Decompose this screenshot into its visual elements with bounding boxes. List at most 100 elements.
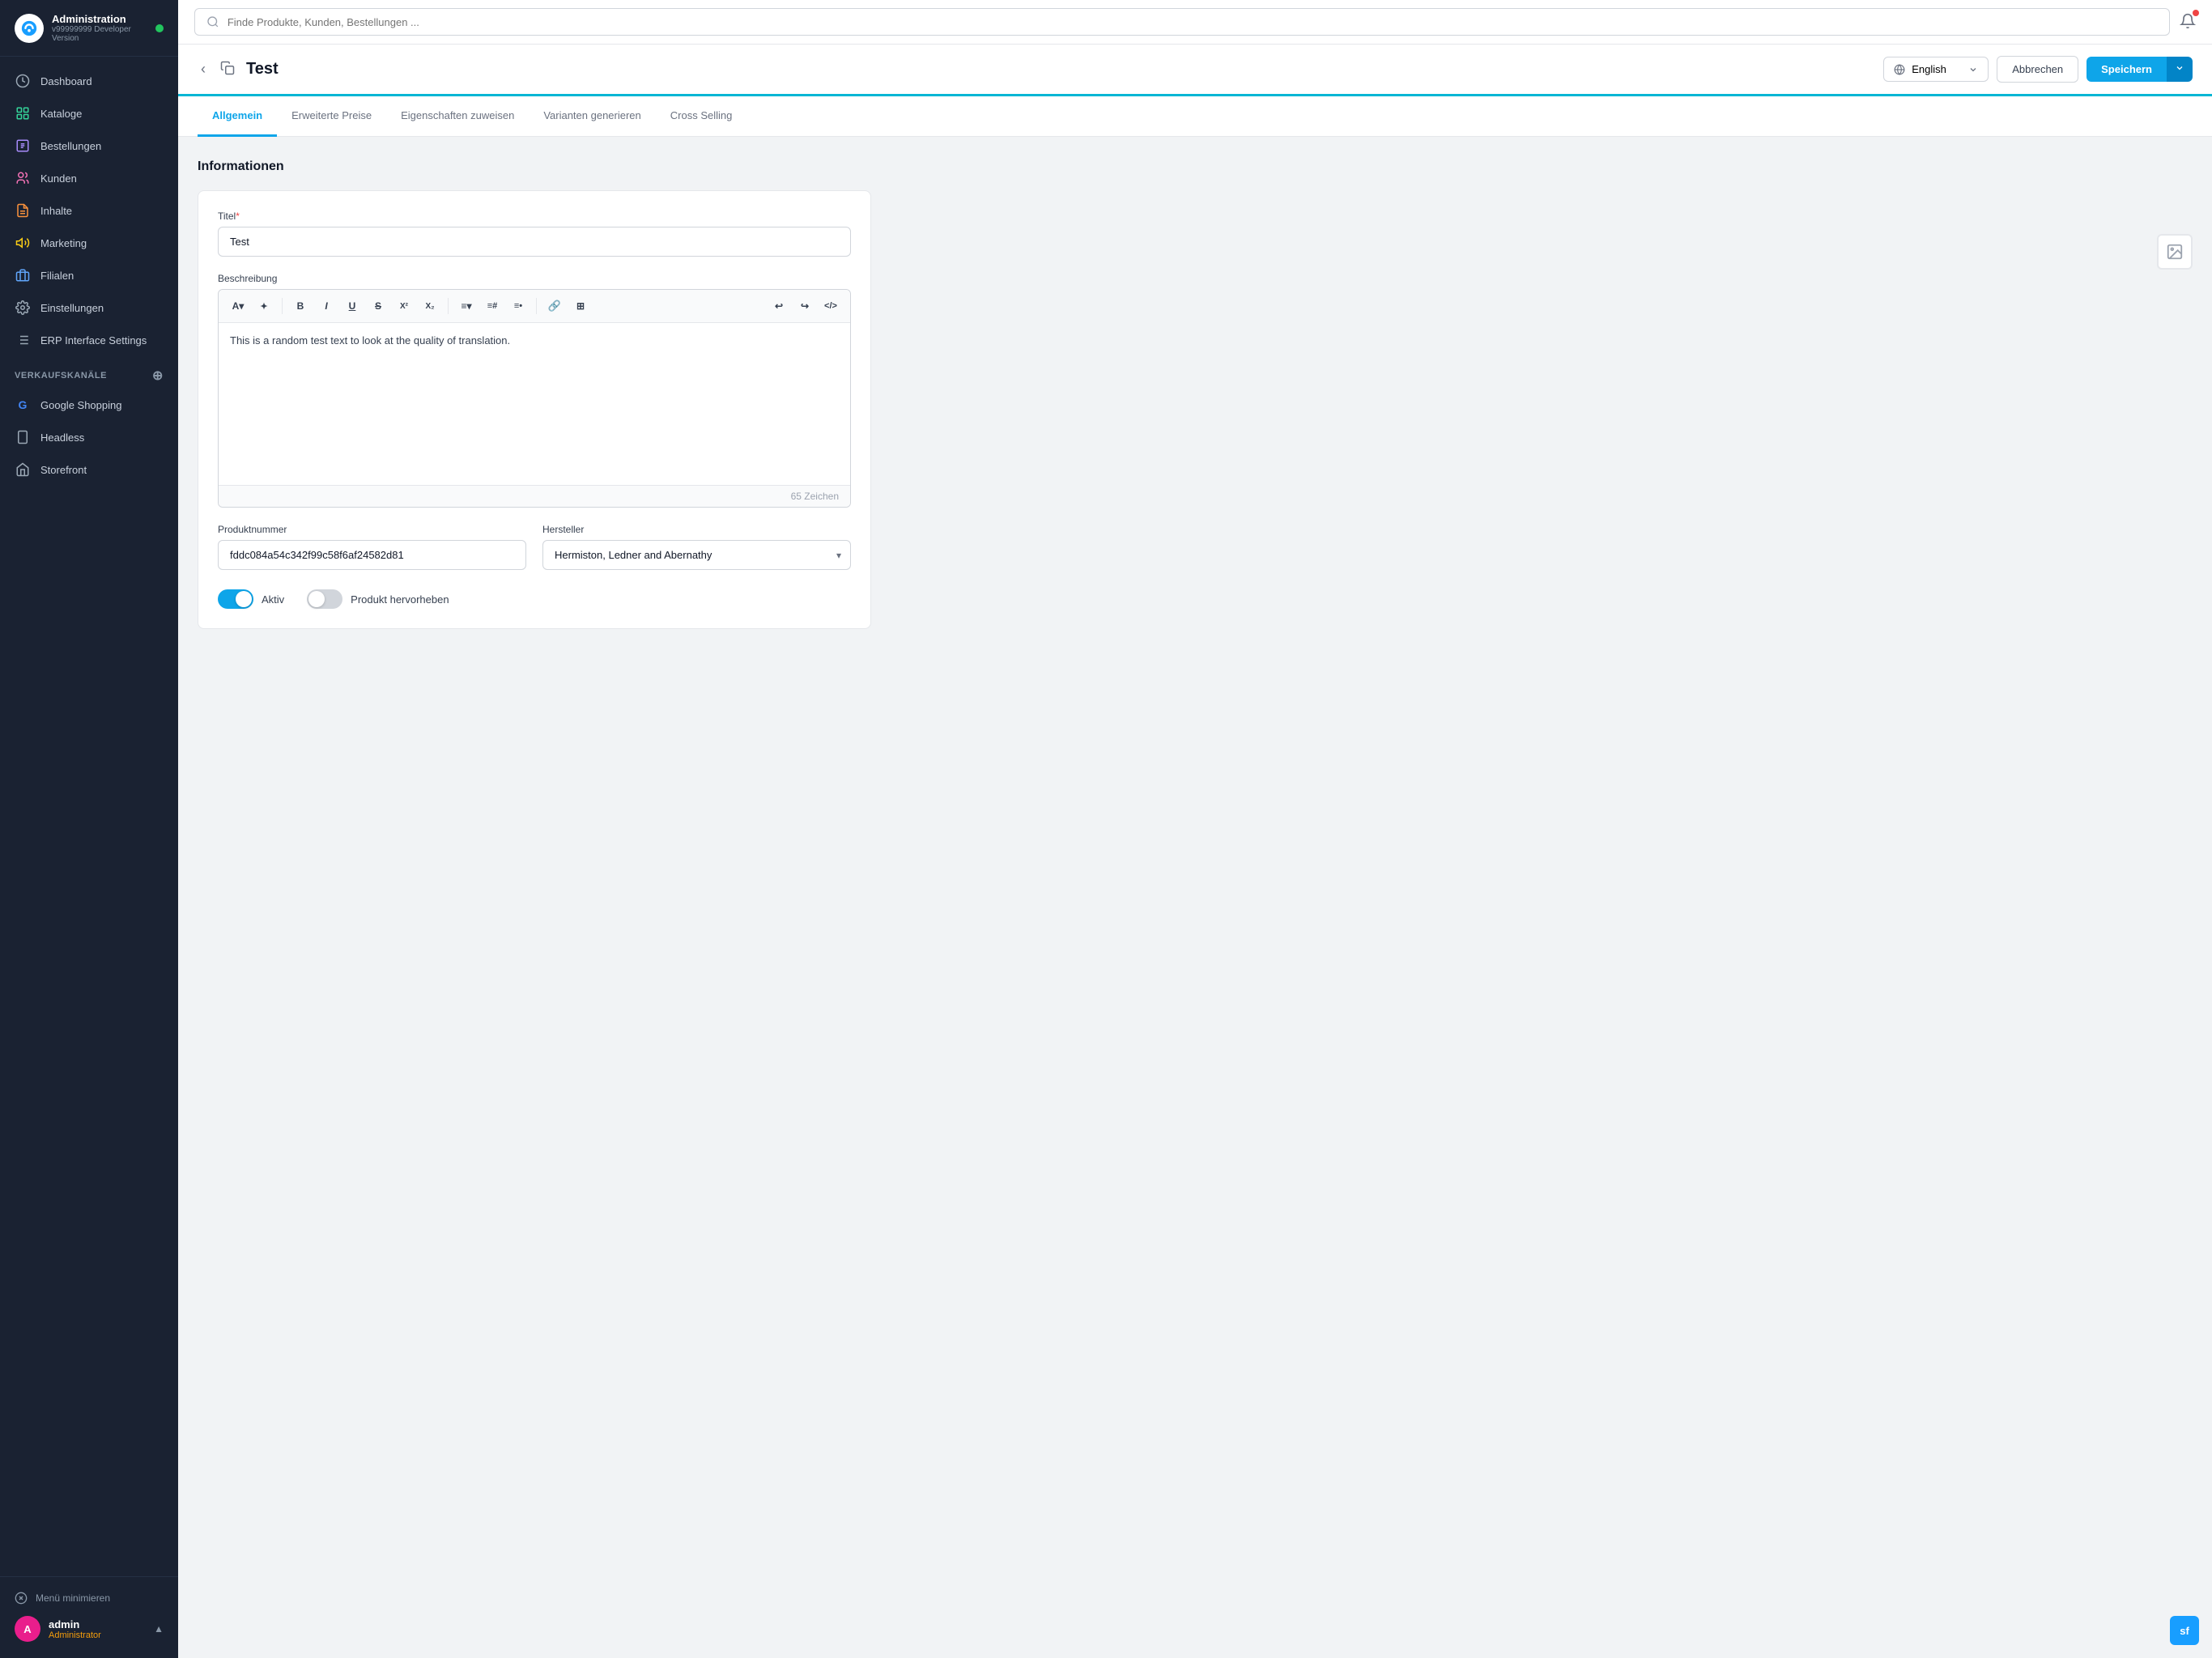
back-button[interactable]: ‹ (198, 61, 209, 78)
sidebar-item-bestellungen[interactable]: Bestellungen (0, 130, 178, 162)
hervorheben-toggle-thumb (308, 591, 325, 607)
editor-toolbar: A▾ ✦ B I U S X² X₂ ≡▾ (219, 290, 850, 323)
toolbar-redo-btn[interactable]: ↪ (793, 295, 816, 317)
sidebar-item-filialen[interactable]: Filialen (0, 259, 178, 291)
search-box[interactable] (194, 8, 2170, 36)
toolbar-strikethrough-btn[interactable]: S (367, 295, 389, 317)
notification-bell[interactable] (2180, 13, 2196, 32)
user-role: Administrator (49, 1630, 146, 1640)
tab-eigenschaften[interactable]: Eigenschaften zuweisen (386, 96, 529, 137)
user-area[interactable]: A admin Administrator ▲ (15, 1609, 164, 1648)
toolbar-underline-btn[interactable]: U (341, 295, 364, 317)
produktnummer-field-group: Produktnummer (218, 524, 526, 570)
toolbar-list-ordered-btn[interactable]: ≡# (481, 295, 504, 317)
tab-varianten[interactable]: Varianten generieren (529, 96, 655, 137)
toolbar-list-bullet-btn[interactable]: ≡• (507, 295, 530, 317)
tab-cross-selling[interactable]: Cross Selling (656, 96, 747, 137)
globe-icon (1894, 64, 1905, 75)
add-sales-channel-icon[interactable]: ⊕ (152, 368, 164, 384)
sidebar-item-inhalte[interactable]: Inhalte (0, 194, 178, 227)
toolbar-divider-2 (448, 298, 449, 314)
beschreibung-field-group: Beschreibung A▾ ✦ B I U S X² (218, 273, 851, 508)
sidebar-item-headless[interactable]: Headless (0, 421, 178, 453)
content-area: Allgemein Erweiterte Preise Eigenschafte… (178, 96, 2212, 1658)
toolbar-italic-btn[interactable]: I (315, 295, 338, 317)
status-indicator (155, 24, 164, 32)
titel-input[interactable] (218, 227, 851, 257)
save-dropdown-button[interactable] (2167, 57, 2193, 82)
language-value: English (1912, 63, 1946, 75)
filialen-icon (15, 267, 31, 283)
aktiv-toggle-group: Aktiv (218, 589, 284, 609)
hervorheben-label: Produkt hervorheben (351, 593, 449, 606)
minimize-label: Menü minimieren (36, 1592, 110, 1604)
sidebar-label-headless: Headless (40, 432, 84, 444)
beschreibung-label: Beschreibung (218, 273, 851, 284)
save-button[interactable]: Speichern (2087, 57, 2167, 82)
rich-text-editor: A▾ ✦ B I U S X² X₂ ≡▾ (218, 289, 851, 508)
produktnummer-input[interactable] (218, 540, 526, 570)
page-header-left: ‹ Test (198, 60, 279, 79)
avatar: A (15, 1616, 40, 1642)
toolbar-code-btn[interactable]: </> (819, 295, 842, 317)
toolbar-align-btn[interactable]: ≡▾ (455, 295, 478, 317)
sidebar-footer: Menü minimieren A admin Administrator ▲ (0, 1576, 178, 1658)
hersteller-select[interactable]: Hermiston, Ledner and Abernathy (542, 540, 851, 570)
tab-allgemein[interactable]: Allgemein (198, 96, 277, 137)
sidebar-label-kataloge: Kataloge (40, 108, 82, 120)
toolbar-bold-btn[interactable]: B (289, 295, 312, 317)
duplicate-button[interactable] (217, 61, 238, 78)
aktiv-toggle-thumb (236, 591, 252, 607)
kataloge-icon (15, 105, 31, 121)
toolbar-undo-btn[interactable]: ↩ (768, 295, 790, 317)
char-count: 65 Zeichen (219, 485, 850, 507)
language-selector[interactable]: English (1883, 57, 1989, 82)
editor-content[interactable]: This is a random test text to look at th… (219, 323, 850, 485)
google-shopping-icon: G (15, 397, 31, 413)
main-nav: Dashboard Kataloge Bestellungen (0, 57, 178, 1576)
brand-area: Administration v99999999 Developer Versi… (0, 0, 178, 57)
toolbar-link-btn[interactable]: 🔗 (543, 295, 566, 317)
dashboard-icon (15, 73, 31, 89)
topbar-icons (2180, 13, 2196, 32)
lang-chevron-icon (1968, 65, 1978, 74)
toolbar-magic-btn[interactable]: ✦ (253, 295, 275, 317)
sidebar-label-storefront: Storefront (40, 464, 87, 476)
informationen-card: Titel* Beschreibung A▾ ✦ B (198, 190, 871, 629)
marketing-icon (15, 235, 31, 251)
sidebar-item-einstellungen[interactable]: Einstellungen (0, 291, 178, 324)
section-title: Informationen (198, 159, 871, 174)
cancel-button[interactable]: Abbrechen (1997, 56, 2078, 83)
aktiv-toggle[interactable] (218, 589, 253, 609)
tab-erweiterte-preise[interactable]: Erweiterte Preise (277, 96, 386, 137)
page-title: Test (246, 60, 279, 79)
brand-name: Administration (52, 13, 155, 25)
sidebar-item-dashboard[interactable]: Dashboard (0, 65, 178, 97)
toolbar-subscript-btn[interactable]: X₂ (419, 295, 441, 317)
hervorheben-toggle[interactable] (307, 589, 342, 609)
sidebar-item-marketing[interactable]: Marketing (0, 227, 178, 259)
sidebar-item-kunden[interactable]: Kunden (0, 162, 178, 194)
sidebar-item-erp[interactable]: ERP Interface Settings (0, 324, 178, 356)
toolbar-table-btn[interactable]: ⊞ (569, 295, 592, 317)
headless-icon (15, 429, 31, 445)
toolbar-divider-3 (536, 298, 537, 314)
toolbar-font-btn[interactable]: A▾ (227, 295, 249, 317)
user-chevron-icon: ▲ (154, 1623, 164, 1635)
sidebar-item-storefront[interactable]: Storefront (0, 453, 178, 486)
search-input[interactable] (228, 16, 2158, 28)
minimize-icon (15, 1592, 28, 1605)
toolbar-superscript-btn[interactable]: X² (393, 295, 415, 317)
sidebar-item-google-shopping[interactable]: G Google Shopping (0, 389, 178, 421)
titel-field-group: Titel* (218, 210, 851, 257)
image-upload-area[interactable] (2157, 234, 2193, 270)
page-header: ‹ Test English Abbrechen Speichern (178, 45, 2212, 96)
sidebar-label-einstellungen: Einstellungen (40, 302, 104, 314)
two-col-row: Produktnummer Hersteller Hermiston, Ledn… (218, 524, 851, 570)
minimize-menu-button[interactable]: Menü minimieren (15, 1587, 164, 1609)
hersteller-label: Hersteller (542, 524, 851, 535)
sidebar-item-kataloge[interactable]: Kataloge (0, 97, 178, 130)
sidebar-label-bestellungen: Bestellungen (40, 140, 101, 152)
shopware-badge: sf (2170, 1616, 2199, 1645)
brand-text: Administration v99999999 Developer Versi… (52, 13, 155, 43)
